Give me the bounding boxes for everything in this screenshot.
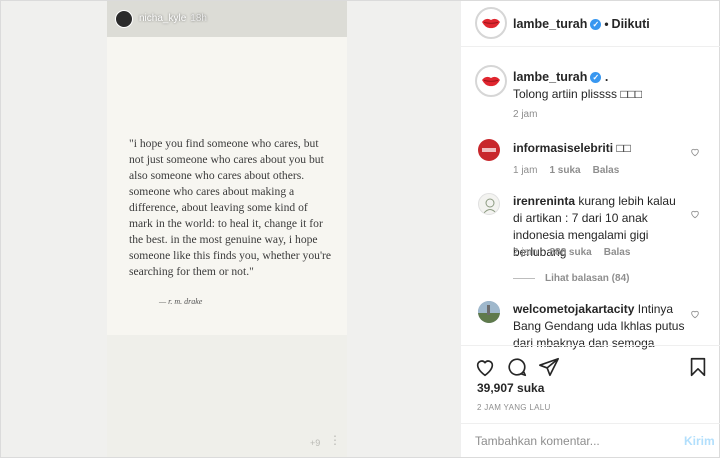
add-comment-bar: Kirim	[461, 423, 720, 457]
lips-logo-icon	[482, 76, 500, 87]
avatar[interactable]	[478, 10, 504, 36]
comment-username[interactable]: welcometojakartacity	[513, 302, 634, 316]
caption-user: lambe_turah ✓ .	[513, 70, 608, 84]
post-image[interactable]: nicha_kyle 18h "i hope you find someone w…	[107, 1, 347, 457]
comment-text-row: informasiselebriti □□	[513, 140, 688, 157]
comment-time[interactable]: 2 jam	[513, 247, 537, 258]
post-timestamp[interactable]: 2 JAM YANG LALU	[477, 403, 551, 412]
follow-status-button[interactable]: Diikuti	[612, 17, 650, 31]
story-author: — r. m. drake	[159, 297, 203, 306]
ellipsis-icon: ⋮	[329, 433, 341, 447]
caption-username[interactable]: lambe_turah	[513, 70, 587, 84]
heart-icon[interactable]	[690, 309, 700, 319]
caption-suffix: .	[604, 70, 609, 84]
comment-likes[interactable]: 1 suka	[549, 165, 580, 176]
caption-avatar[interactable]	[478, 68, 504, 94]
story-username-text: nicha_kyle	[139, 13, 187, 24]
lips-logo-icon	[482, 18, 500, 29]
reply-button[interactable]: Balas	[593, 165, 620, 176]
post-header: lambe_turah ✓ • Diikuti	[461, 1, 720, 47]
heart-icon[interactable]	[690, 147, 700, 157]
story-view-count: +9	[310, 438, 321, 448]
story-username: nicha_kyle 18h	[139, 13, 207, 24]
comment-avatar[interactable]	[478, 139, 500, 161]
caption-time[interactable]: 2 jam	[513, 109, 537, 120]
reply-button[interactable]: Balas	[604, 247, 631, 258]
verified-badge-icon: ✓	[590, 19, 602, 31]
bookmark-icon[interactable]	[687, 356, 709, 378]
comment-meta: 2 jam 888 suka Balas	[513, 247, 642, 258]
view-replies-label: Lihat balasan (84)	[545, 273, 630, 284]
verified-badge-icon: ✓	[590, 72, 602, 84]
caption-text: Tolong artiin plissss □□□	[513, 87, 643, 101]
comment-input[interactable]	[475, 434, 665, 448]
header-separator: •	[604, 17, 609, 31]
comment-likes[interactable]: 888 suka	[549, 247, 591, 258]
comment-username[interactable]: irenreninta	[513, 194, 575, 208]
view-replies-button[interactable]: Lihat balasan (84)	[513, 273, 629, 284]
comment-time[interactable]: 1 jam	[513, 165, 537, 176]
header-user: lambe_turah ✓ • Diikuti	[513, 17, 650, 31]
comment-username[interactable]: informasiselebriti	[513, 141, 613, 155]
sketch-avatar-icon	[483, 198, 497, 214]
likes-count[interactable]: 39,907 suka	[477, 381, 544, 395]
city-avatar-icon	[478, 301, 500, 323]
heart-icon[interactable]	[474, 356, 496, 378]
comment-meta: 1 jam 1 suka Balas	[513, 165, 631, 176]
story-avatar	[115, 10, 133, 28]
informasi-logo-icon	[482, 148, 496, 152]
story-time: 18h	[190, 13, 207, 24]
comment-avatar[interactable]	[478, 301, 500, 323]
send-comment-button[interactable]: Kirim	[684, 434, 715, 448]
post-panel: lambe_turah ✓ • Diikuti lambe_turah ✓ . Tolo…	[460, 1, 720, 457]
header-username[interactable]: lambe_turah	[513, 17, 587, 31]
replies-divider	[513, 277, 535, 279]
comment-icon[interactable]	[506, 356, 528, 378]
story-quote: "i hope you find someone who cares, but …	[129, 137, 332, 278]
heart-icon[interactable]	[690, 209, 700, 219]
comment-avatar[interactable]	[478, 193, 500, 215]
share-icon[interactable]	[538, 356, 560, 378]
comment-text: □□	[616, 141, 631, 155]
